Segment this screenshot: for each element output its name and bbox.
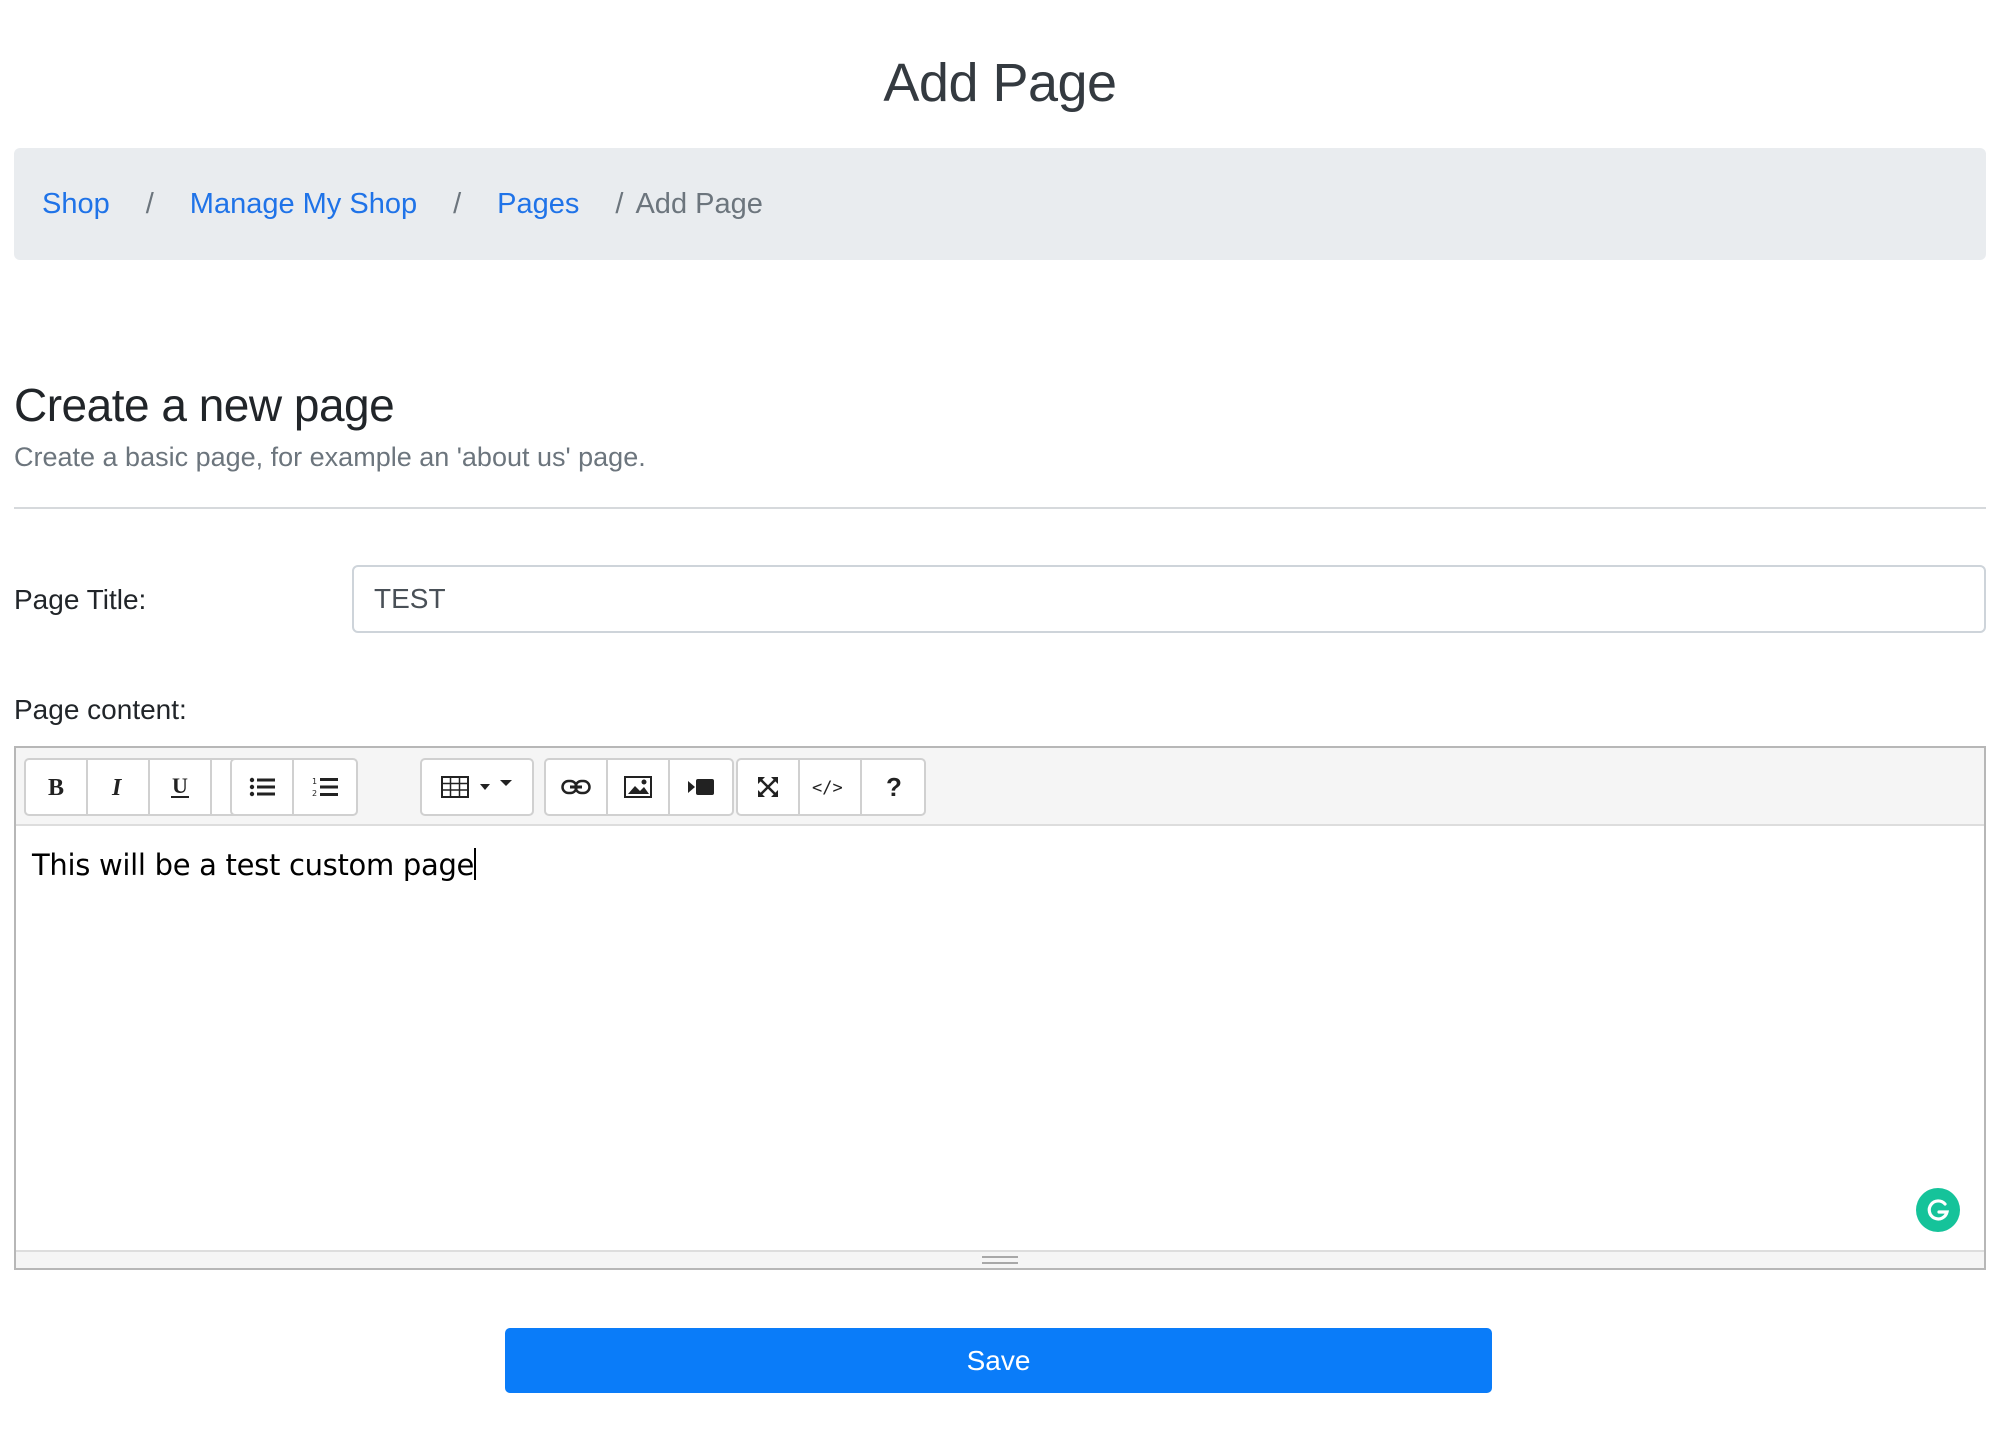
picture-button[interactable] [608,760,670,814]
code-view-button[interactable]: </> [800,760,862,814]
editor-toolbar: B I U 12 </> ? [16,748,1984,826]
breadcrumb-separator: / [453,187,462,220]
table-icon [441,776,469,798]
help-icon: ? [886,774,902,800]
page-title-input[interactable] [352,565,1986,633]
bold-button[interactable]: B [26,760,88,814]
editor-statusbar [16,1250,1984,1268]
editor-content-area[interactable]: This will be a test custom page [32,848,477,882]
svg-text:</>: </> [812,778,843,798]
help-button[interactable]: ? [862,760,924,814]
ordered-list-icon: 12 [312,777,338,798]
italic-icon: I [111,775,123,799]
video-button[interactable] [670,760,732,814]
grammarly-button[interactable] [1916,1188,1960,1232]
breadcrumb-link-pages[interactable]: Pages [497,188,579,221]
svg-text:2: 2 [312,789,317,798]
breadcrumb-separator: / [615,187,624,220]
section-subtitle: Create a basic page, for example an 'abo… [14,442,646,472]
code-view-icon: </> [812,778,843,798]
insert-group [544,758,734,816]
chevron-down-icon [500,780,512,786]
breadcrumb-current: Add Page [635,187,763,220]
breadcrumb-link-manage-my-shop[interactable]: Manage My Shop [190,188,417,221]
svg-text:B: B [48,775,64,799]
underline-button[interactable]: U [150,760,212,814]
section-title: Create a new page [14,379,395,431]
italic-button[interactable]: I [88,760,150,814]
table-dropdown-button[interactable] [422,760,532,814]
rich-text-editor: B I U 12 </> ? This will be a test custo… [14,746,1986,1270]
resize-handle[interactable] [982,1256,1018,1264]
text-cursor [474,848,477,880]
content-text: This will be a test custom page [32,848,475,882]
link-icon [561,779,591,795]
ordered-list-button[interactable]: 12 [294,760,356,814]
fullscreen-button[interactable] [738,760,800,814]
table-group [420,758,534,816]
list-group: 12 [230,758,358,816]
divider [14,507,1986,509]
page-title-label: Page Title: [14,584,147,615]
bold-icon: B [48,775,64,799]
unordered-list-icon [249,777,275,797]
breadcrumb: Shop / Manage My Shop / Pages / Add Page [14,148,1986,260]
svg-text:1: 1 [312,777,317,786]
fullscreen-icon [758,777,778,797]
breadcrumb-link-shop[interactable]: Shop [42,188,110,221]
svg-text:U: U [172,774,188,798]
page-content-label: Page content: [14,694,187,725]
caret-down-icon [480,784,490,790]
svg-text:I: I [111,775,123,799]
save-button[interactable]: Save [505,1328,1492,1393]
picture-icon [624,776,652,798]
underline-icon: U [171,774,189,798]
unordered-list-button[interactable] [232,760,294,814]
video-icon [688,779,714,795]
misc-group: </> ? [736,758,926,816]
link-button[interactable] [546,760,608,814]
page-title: Add Page [883,53,1117,113]
svg-text:?: ? [886,774,902,800]
breadcrumb-separator: / [145,187,154,220]
grammarly-icon [1927,1199,1950,1221]
